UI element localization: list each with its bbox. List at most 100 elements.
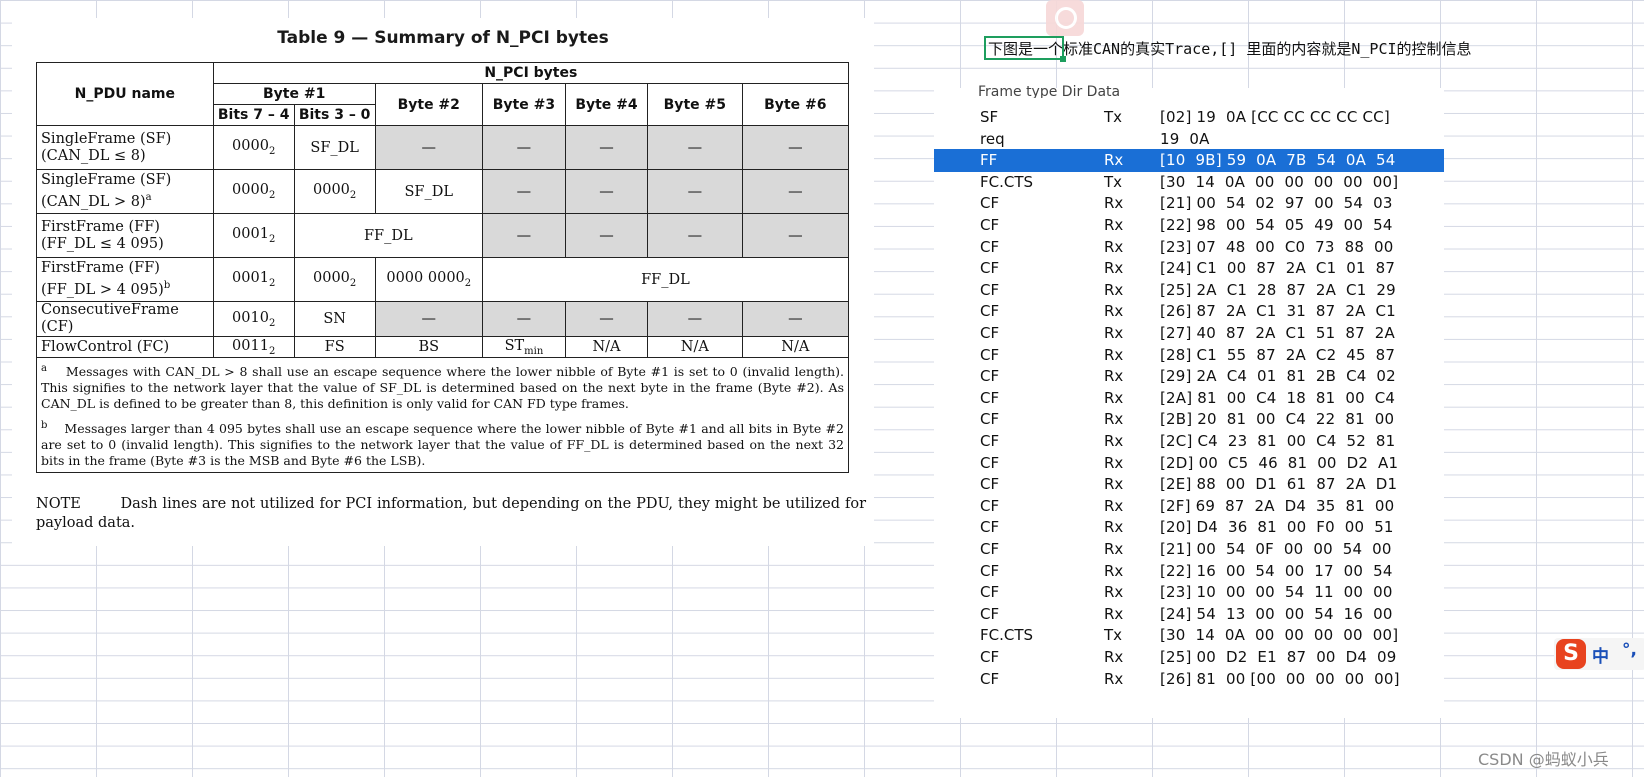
header-bits74: Bits 7 – 4: [212, 104, 295, 126]
trace-row: CF Rx [2A] 81 00 C4 18 81 00 C4: [934, 387, 1444, 410]
frame-data: [23] 07 48 00 C0 73 88 00: [1160, 237, 1394, 256]
byte2-cell: SF_DL: [374, 169, 483, 214]
byte6-cell: —: [741, 169, 850, 214]
header-byte2: Byte #2: [374, 83, 483, 126]
frame-type: CF: [980, 583, 1000, 602]
frame-data: [24] C1 00 87 2A C1 01 87: [1160, 259, 1396, 278]
byte5-cell: —: [647, 301, 743, 337]
direction: Rx: [1104, 367, 1124, 386]
frame-type: CF: [980, 345, 1000, 364]
trace-row: CF Rx [2D] 00 C5 46 81 00 D2 A1: [934, 452, 1444, 475]
frame-type: CF: [980, 453, 1000, 472]
direction: Rx: [1104, 669, 1124, 688]
trace-row: CF Rx [23] 10 00 00 54 11 00 00: [934, 581, 1444, 604]
search-icon[interactable]: [1046, 0, 1084, 36]
frame-type: SF: [980, 108, 999, 126]
direction: Rx: [1104, 237, 1124, 256]
direction: Rx: [1104, 496, 1124, 515]
direction: Rx: [1104, 453, 1124, 472]
byte4-cell: —: [564, 169, 649, 214]
trace-row: CF Rx [26] 81 00 [00 00 00 00 00]: [934, 668, 1444, 691]
byte6-cell: —: [741, 213, 850, 258]
frame-type: CF: [980, 367, 1000, 386]
frame-data: [2E] 88 00 D1 61 87 2A D1: [1160, 475, 1398, 494]
byte3-cell: —: [481, 125, 566, 170]
trace-row: CF Rx [21] 00 54 02 97 00 54 03: [934, 192, 1444, 215]
frame-data: [2A] 81 00 C4 18 81 00 C4: [1160, 388, 1396, 407]
bits74-cell: 00102: [212, 301, 295, 337]
active-cell-cursor[interactable]: [984, 36, 1066, 62]
byte4-cell: —: [564, 213, 649, 258]
byte3-cell: —: [481, 169, 566, 214]
ime-toolbar[interactable]: S 中 °,: [1554, 638, 1644, 670]
frame-type: CF: [980, 410, 1000, 429]
bits74-cell: 00012: [212, 213, 295, 258]
trace-row: CF Rx [22] 98 00 54 05 49 00 54: [934, 214, 1444, 237]
frame-type: CF: [980, 669, 1000, 688]
trace-row: CF Rx [24] 54 13 00 00 54 16 00: [934, 603, 1444, 626]
frame-type: CF: [980, 475, 1000, 494]
direction: Tx: [1104, 108, 1123, 126]
fill-handle[interactable]: [1060, 56, 1066, 62]
table-row: FlowControl (FC) 00112 FS BS STmin N/A N…: [36, 336, 850, 358]
ime-mode-label[interactable]: 中: [1592, 642, 1609, 667]
pdu-name-cell: FirstFrame (FF) (FF_DL ≤ 4 095): [36, 213, 214, 258]
frame-data: [21] 00 54 02 97 00 54 03: [1160, 194, 1393, 213]
trace-row: FF Rx [10 9B] 59 0A 7B 54 0A 54: [934, 149, 1444, 172]
frame-type: CF: [980, 432, 1000, 450]
byte5-cell: N/A: [647, 336, 743, 358]
table-row: SingleFrame (SF) (CAN_DL ≤ 8) 00002 SF_DL…: [36, 125, 850, 170]
bits74-cell: 00012: [212, 257, 295, 302]
frame-type: CF: [980, 540, 1000, 558]
table-note: NOTE Dash lines are not utilized for PCI…: [36, 496, 867, 531]
trace-row: CF Rx [2B] 20 81 00 C4 22 81 00: [934, 408, 1444, 431]
trace-row: CF Rx [22] 16 00 54 00 17 00 54: [934, 560, 1444, 583]
byte6-cell: —: [741, 125, 850, 170]
trace-row: CF Rx [25] 00 D2 E1 87 00 D4 09: [934, 646, 1444, 669]
trace-row: CF Rx [27] 40 87 2A C1 51 87 2A: [934, 322, 1444, 345]
frame-type: req: [980, 129, 1005, 148]
byte5-cell: —: [647, 213, 743, 258]
direction: Rx: [1104, 216, 1124, 234]
can-trace-image: Frame type Dir Data SF Tx [02] 19 0A [CC C…: [934, 84, 1444, 718]
frame-data: [02] 19 0A [CC CC CC CC CC]: [1160, 108, 1390, 126]
direction: Rx: [1104, 540, 1124, 558]
frame-data: [30 14 0A 00 00 00 00 00]: [1160, 626, 1399, 645]
table-title: Table 9 — Summary of N_PCI bytes: [277, 28, 609, 48]
frame-data: [2C] C4 23 81 00 C4 52 81: [1160, 432, 1396, 450]
direction: Tx: [1104, 172, 1123, 191]
header-byte3: Byte #3: [481, 83, 566, 126]
pdu-name-cell: SingleFrame (SF) (CAN_DL > 8)a: [36, 169, 214, 214]
table-row: a Messages with CAN_DL > 8 shall use an …: [36, 356, 849, 474]
byte3-cell: STmin: [481, 336, 566, 358]
frame-data: [29] 2A C4 01 81 2B C4 02: [1160, 367, 1396, 386]
trace-row: CF Rx [2F] 69 87 2A D4 35 81 00: [934, 495, 1444, 518]
ime-punct-label[interactable]: °,: [1622, 640, 1637, 660]
frame-data: [2D] 00 C5 46 81 00 D2 A1: [1160, 453, 1399, 472]
byte4-cell: —: [564, 125, 649, 170]
direction: Rx: [1104, 561, 1124, 580]
trace-row: FC.CTS Tx [30 14 0A 00 00 00 00 00]: [934, 171, 1444, 194]
frame-data: [24] 54 13 00 00 54 16 00: [1160, 604, 1393, 623]
frame-type: CF: [980, 648, 1000, 666]
frame-data: [25] 2A C1 28 87 2A C1 29: [1160, 280, 1396, 299]
direction: Rx: [1104, 302, 1124, 321]
frame-type: FC.CTS: [980, 626, 1034, 645]
sogou-logo-icon[interactable]: S: [1556, 639, 1586, 669]
header-byte5: Byte #5: [647, 83, 743, 126]
byte5-cell: —: [647, 125, 743, 170]
direction: Rx: [1104, 280, 1124, 299]
pasted-standard-table-image: Table 9 — Summary of N_PCI bytes N_PDU n…: [12, 18, 874, 546]
bits74-cell: 00112: [212, 336, 295, 358]
frame-data: [10 9B] 59 0A 7B 54 0A 54: [1160, 151, 1396, 170]
header-npci-bytes: N_PCI bytes: [212, 62, 850, 84]
byte3-cell: —: [481, 213, 566, 258]
direction: Rx: [1104, 604, 1124, 623]
frame-data: [2F] 69 87 2A D4 35 81 00: [1160, 496, 1395, 515]
pdu-name-cell: FirstFrame (FF) (FF_DL > 4 095)b: [36, 257, 214, 302]
frame-type: CF: [980, 259, 1000, 278]
bits74-cell: 00002: [212, 169, 295, 214]
direction: Rx: [1104, 259, 1124, 278]
pdu-name-cell: ConsecutiveFrame (CF): [36, 301, 214, 337]
header-byte6: Byte #6: [741, 83, 850, 126]
